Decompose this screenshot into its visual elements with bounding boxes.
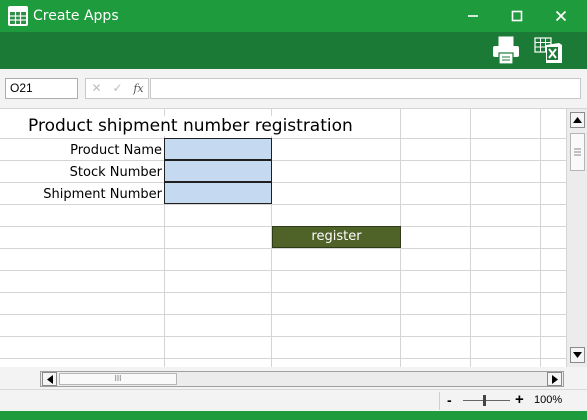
- maximize-button[interactable]: [498, 0, 536, 32]
- zoom-slider[interactable]: [463, 400, 510, 401]
- arrow-up-icon: [573, 117, 582, 123]
- stock-number-label: Stock Number: [69, 165, 162, 180]
- close-button[interactable]: [542, 0, 580, 32]
- register-button[interactable]: register: [272, 226, 401, 248]
- scroll-left-button[interactable]: [42, 372, 57, 386]
- formula-bar: O21 ✕ ✓ fx: [0, 69, 587, 109]
- maximize-icon: [511, 10, 523, 22]
- product-name-input[interactable]: [164, 138, 272, 160]
- zoom-slider-thumb[interactable]: [483, 395, 486, 406]
- formula-input[interactable]: [150, 78, 581, 99]
- zoom-in-button[interactable]: +: [515, 391, 524, 408]
- scroll-right-button[interactable]: [547, 372, 562, 386]
- shipment-number-label: Shipment Number: [43, 187, 162, 202]
- form-title: Product shipment number registration: [28, 116, 357, 136]
- horizontal-scroll-thumb[interactable]: III: [59, 373, 177, 385]
- scroll-up-button[interactable]: [570, 112, 585, 128]
- horizontal-scrollbar[interactable]: III: [40, 371, 564, 387]
- minimize-icon: [468, 15, 478, 17]
- arrow-down-icon: [573, 352, 582, 358]
- spreadsheet-app-icon: [8, 6, 28, 26]
- stock-number-input[interactable]: [164, 160, 272, 182]
- divider: [439, 392, 440, 410]
- vertical-scroll-thumb[interactable]: [570, 133, 585, 171]
- shipment-number-input[interactable]: [164, 182, 272, 204]
- zoom-level: 100%: [534, 394, 563, 406]
- vertical-scrollbar[interactable]: [566, 109, 587, 367]
- export-excel-icon[interactable]: [533, 36, 565, 66]
- minimize-button[interactable]: [454, 0, 492, 32]
- name-box[interactable]: O21: [5, 78, 78, 99]
- spreadsheet-grid[interactable]: Product shipment number registration Pro…: [0, 109, 566, 367]
- confirm-icon[interactable]: ✓: [107, 79, 128, 98]
- window-title: Create Apps: [33, 8, 119, 24]
- zoom-out-button[interactable]: -: [447, 392, 452, 408]
- printer-icon[interactable]: [490, 36, 522, 66]
- grip-icon: [574, 148, 581, 156]
- arrow-right-icon: [551, 374, 558, 384]
- status-bar: - + 100%: [0, 389, 587, 411]
- cancel-icon[interactable]: ✕: [86, 79, 107, 98]
- close-icon: [555, 10, 567, 22]
- bottom-accent-bar: [0, 411, 587, 420]
- product-name-label: Product Name: [70, 143, 162, 158]
- scroll-down-button[interactable]: [570, 347, 585, 363]
- title-bar: Create Apps: [0, 0, 587, 32]
- formula-buttons: ✕ ✓ fx: [85, 78, 149, 99]
- horizontal-scroll-area: III: [0, 367, 587, 389]
- arrow-left-icon: [46, 374, 53, 384]
- insert-function-icon[interactable]: fx: [128, 79, 149, 98]
